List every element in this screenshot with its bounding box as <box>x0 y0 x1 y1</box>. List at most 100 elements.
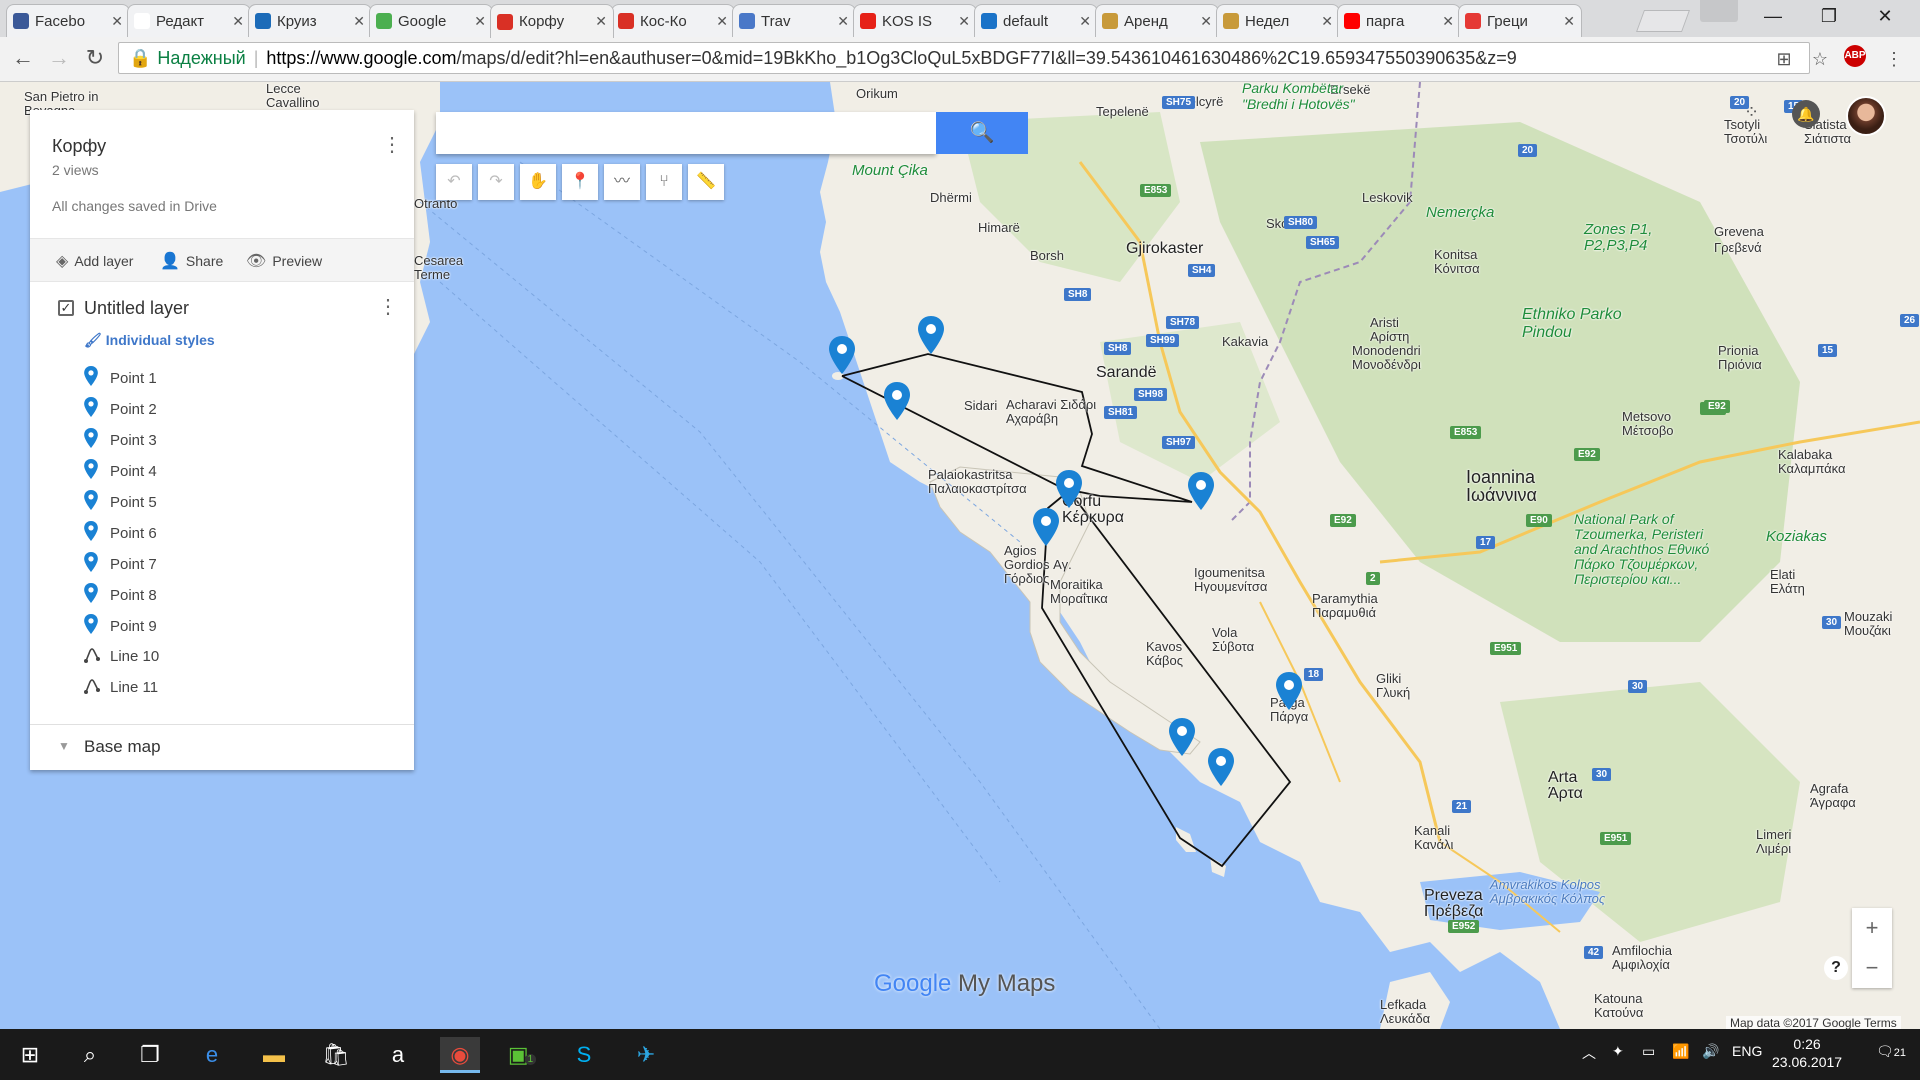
layer-item-point[interactable]: Point 1 <box>84 366 157 390</box>
store-icon[interactable]: 🛍 <box>316 1037 356 1073</box>
wifi-icon[interactable]: 📶 <box>1672 1043 1689 1060</box>
layer-item-point[interactable]: Point 5 <box>84 490 157 514</box>
map-pin-point[interactable] <box>1208 748 1234 786</box>
windows-start-icon[interactable]: ⊞ <box>10 1037 50 1073</box>
browser-tab[interactable]: KOS IS ✕ <box>853 4 977 37</box>
map-options-icon[interactable]: ⋮ <box>382 132 402 160</box>
action-center-icon[interactable]: 🗨21 <box>1876 1043 1906 1060</box>
layer-item-line[interactable]: Line 11 <box>84 676 158 698</box>
layer-name[interactable]: Untitled layer <box>84 298 189 319</box>
reload-icon[interactable]: ↻ <box>80 43 110 73</box>
draw-line-icon[interactable]: 〰 <box>604 164 640 200</box>
apps-grid-icon[interactable]: ⁘ <box>1744 102 1764 122</box>
tab-close-icon[interactable]: ✕ <box>716 13 728 30</box>
browser-tab[interactable]: default ✕ <box>974 4 1098 37</box>
maximize-icon[interactable]: ❐ <box>1806 0 1852 32</box>
map-search-input[interactable] <box>436 112 936 154</box>
map-pin-point[interactable] <box>918 316 944 354</box>
task-view-icon[interactable]: ❐ <box>130 1037 170 1073</box>
zoom-in-button[interactable]: + <box>1852 908 1892 948</box>
new-tab-button[interactable] <box>1635 10 1691 32</box>
map-pin-point[interactable] <box>884 382 910 420</box>
tab-close-icon[interactable]: ✕ <box>474 13 486 30</box>
layer-item-line[interactable]: Line 10 <box>84 645 159 667</box>
map-pin-point[interactable] <box>1056 470 1082 508</box>
system-clock[interactable]: 0:26 23.06.2017 <box>1772 1035 1842 1071</box>
tab-close-icon[interactable]: ✕ <box>595 13 607 30</box>
tab-close-icon[interactable]: ✕ <box>837 13 849 30</box>
layer-item-point[interactable]: Point 2 <box>84 397 157 421</box>
address-bar[interactable]: 🔒 Надежный | https://www.google.com/maps/d/… <box>118 42 1810 74</box>
map-pin-point[interactable] <box>1276 672 1302 710</box>
tab-close-icon[interactable]: ✕ <box>1563 13 1575 30</box>
layer-item-point[interactable]: Point 4 <box>84 459 157 483</box>
back-icon[interactable]: ← <box>8 43 38 73</box>
tab-close-icon[interactable]: ✕ <box>232 13 244 30</box>
avatar[interactable] <box>1846 96 1886 136</box>
app-badge-icon[interactable]: ▣1 <box>502 1037 542 1073</box>
directions-icon[interactable]: ⑂ <box>646 164 682 200</box>
layer-options-icon[interactable]: ⋮ <box>378 294 398 322</box>
file-explorer-icon[interactable]: ▬ <box>254 1037 294 1073</box>
forward-icon[interactable]: → <box>44 43 74 73</box>
map-pin-point[interactable] <box>1188 472 1214 510</box>
browser-tab[interactable]: Facebo ✕ <box>6 4 130 37</box>
volume-icon[interactable]: 🔊 <box>1702 1043 1719 1060</box>
share-button[interactable]: 👤 Share <box>160 251 223 271</box>
tab-close-icon[interactable]: ✕ <box>353 13 365 30</box>
search-button[interactable]: 🔍 <box>936 112 1028 154</box>
layer-item-point[interactable]: Point 9 <box>84 614 157 638</box>
tray-chevron-icon[interactable]: ︿ <box>1582 1043 1596 1063</box>
map-pin-point[interactable] <box>1169 718 1195 756</box>
browser-tab[interactable]: Google ✕ <box>369 4 493 37</box>
adblock-icon[interactable]: ABP <box>1844 45 1866 67</box>
ruler-icon[interactable]: 📏 <box>688 164 724 200</box>
map-title[interactable]: Корфу <box>52 136 106 157</box>
map-pin-point[interactable] <box>1033 508 1059 546</box>
layer-item-point[interactable]: Point 7 <box>84 552 157 576</box>
redo-icon[interactable]: ↷ <box>478 164 514 200</box>
tab-close-icon[interactable]: ✕ <box>1079 13 1091 30</box>
bookmark-star-icon[interactable]: ☆ <box>1806 45 1834 73</box>
edge-icon[interactable]: e <box>192 1037 232 1073</box>
browser-tab[interactable]: Круиз ✕ <box>248 4 372 37</box>
tab-close-icon[interactable]: ✕ <box>1321 13 1333 30</box>
layer-item-point[interactable]: Point 6 <box>84 521 157 545</box>
tab-close-icon[interactable]: ✕ <box>1442 13 1454 30</box>
dropbox-icon[interactable]: ✦ <box>1612 1043 1624 1060</box>
browser-profile-button[interactable] <box>1700 0 1738 22</box>
layer-style-link[interactable]: 🖌 Individual styles <box>84 332 215 349</box>
add-layer-button[interactable]: ◈ Add layer <box>56 251 133 271</box>
tab-close-icon[interactable]: ✕ <box>111 13 123 30</box>
preview-button[interactable]: 👁 Preview <box>246 251 322 271</box>
close-window-icon[interactable]: ✕ <box>1862 0 1908 32</box>
zoom-out-button[interactable]: − <box>1852 948 1892 988</box>
browser-tab[interactable]: парга ✕ <box>1337 4 1461 37</box>
translate-icon[interactable]: ⊞ <box>1770 45 1798 73</box>
map-attribution[interactable]: Map data ©2017 Google Terms <box>1726 1016 1901 1029</box>
layer-item-point[interactable]: Point 8 <box>84 583 157 607</box>
layer-item-point[interactable]: Point 3 <box>84 428 157 452</box>
map-pin-point[interactable] <box>829 336 855 374</box>
help-icon[interactable]: ? <box>1824 956 1848 980</box>
tab-close-icon[interactable]: ✕ <box>958 13 970 30</box>
search-icon[interactable]: ⌕ <box>70 1037 110 1073</box>
amazon-icon[interactable]: a <box>378 1037 418 1073</box>
chrome-menu-icon[interactable]: ⋮ <box>1880 45 1908 73</box>
browser-tab[interactable]: Греци ✕ <box>1458 4 1582 37</box>
skype-icon[interactable]: S <box>564 1037 604 1073</box>
layer-visibility-checkbox[interactable]: ✓ <box>58 300 74 316</box>
battery-icon[interactable]: ▭ <box>1642 1043 1655 1060</box>
notification-bell-icon[interactable]: 🔔 <box>1792 100 1820 128</box>
browser-tab[interactable]: Недел ✕ <box>1216 4 1340 37</box>
browser-tab[interactable]: Trav ✕ <box>732 4 856 37</box>
browser-tab[interactable]: Корфу ✕ <box>490 4 614 38</box>
add-marker-icon[interactable]: 📍 <box>562 164 598 200</box>
chrome-icon[interactable]: ◉ <box>440 1037 480 1073</box>
base-map-section[interactable]: ▼ Base map <box>30 724 414 770</box>
browser-tab[interactable]: Редакт ✕ <box>127 4 251 37</box>
tab-close-icon[interactable]: ✕ <box>1200 13 1212 30</box>
hand-icon[interactable]: ✋ <box>520 164 556 200</box>
telegram-icon[interactable]: ✈ <box>626 1037 666 1073</box>
browser-tab[interactable]: Кос-Ко ✕ <box>611 4 735 37</box>
